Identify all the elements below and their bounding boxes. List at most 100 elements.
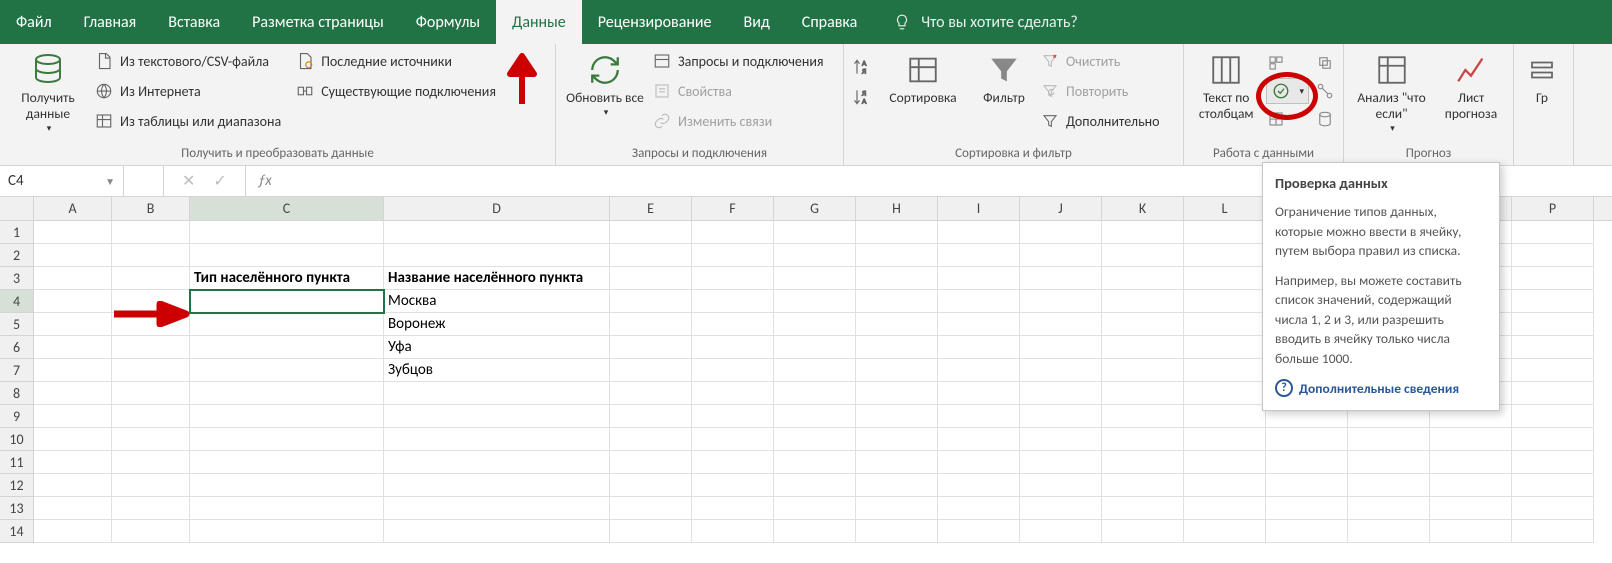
cell-J12[interactable] xyxy=(1020,474,1102,497)
cell-L7[interactable] xyxy=(1184,359,1266,382)
tooltip-more-link[interactable]: ? Дополнительные сведения xyxy=(1275,379,1487,399)
cell-D13[interactable] xyxy=(384,497,610,520)
cell-K8[interactable] xyxy=(1102,382,1184,405)
col-header[interactable]: P xyxy=(1512,197,1594,220)
row-header[interactable]: 5 xyxy=(0,313,34,336)
row-header[interactable]: 12 xyxy=(0,474,34,497)
cell-A7[interactable] xyxy=(34,359,112,382)
menu-formulas[interactable]: Формулы xyxy=(400,0,496,44)
row-header[interactable]: 6 xyxy=(0,336,34,359)
cell-J6[interactable] xyxy=(1020,336,1102,359)
cell-O14[interactable] xyxy=(1430,520,1512,543)
cell-C11[interactable] xyxy=(190,451,384,474)
cell-G11[interactable] xyxy=(774,451,856,474)
name-box[interactable]: C4▼ xyxy=(0,166,124,196)
cell-C4[interactable] xyxy=(190,290,384,313)
cell-J8[interactable] xyxy=(1020,382,1102,405)
row-header[interactable]: 11 xyxy=(0,451,34,474)
cell-K1[interactable] xyxy=(1102,221,1184,244)
cell-O10[interactable] xyxy=(1430,428,1512,451)
cell-K11[interactable] xyxy=(1102,451,1184,474)
cell-F1[interactable] xyxy=(692,221,774,244)
cell-H4[interactable] xyxy=(856,290,938,313)
sort-desc-button[interactable]: ЯА xyxy=(852,84,872,110)
cell-B14[interactable] xyxy=(112,520,190,543)
cell-N13[interactable] xyxy=(1348,497,1430,520)
cell-J13[interactable] xyxy=(1020,497,1102,520)
cell-A3[interactable] xyxy=(34,267,112,290)
menu-review[interactable]: Рецензирование xyxy=(582,0,728,44)
cell-G5[interactable] xyxy=(774,313,856,336)
row-header[interactable]: 13 xyxy=(0,497,34,520)
cell-A10[interactable] xyxy=(34,428,112,451)
cell-F4[interactable] xyxy=(692,290,774,313)
cell-F13[interactable] xyxy=(692,497,774,520)
cell-F11[interactable] xyxy=(692,451,774,474)
cell-G3[interactable] xyxy=(774,267,856,290)
cell-L9[interactable] xyxy=(1184,405,1266,428)
menu-view[interactable]: Вид xyxy=(728,0,786,44)
cell-P14[interactable] xyxy=(1512,520,1594,543)
cell-E8[interactable] xyxy=(610,382,692,405)
cell-C14[interactable] xyxy=(190,520,384,543)
properties-button[interactable]: Свойства xyxy=(652,78,824,104)
cell-L8[interactable] xyxy=(1184,382,1266,405)
cell-O11[interactable] xyxy=(1430,451,1512,474)
cell-O13[interactable] xyxy=(1430,497,1512,520)
sort-button[interactable]: Сортировка xyxy=(878,48,968,106)
cell-E14[interactable] xyxy=(610,520,692,543)
cell-F5[interactable] xyxy=(692,313,774,336)
cell-F14[interactable] xyxy=(692,520,774,543)
cell-J7[interactable] xyxy=(1020,359,1102,382)
col-header[interactable]: L xyxy=(1184,197,1266,220)
cell-G14[interactable] xyxy=(774,520,856,543)
cell-D3[interactable]: Название населённого пункта xyxy=(384,267,610,290)
cell-J9[interactable] xyxy=(1020,405,1102,428)
cell-G13[interactable] xyxy=(774,497,856,520)
row-header[interactable]: 4 xyxy=(0,290,34,313)
cell-K9[interactable] xyxy=(1102,405,1184,428)
cell-C3[interactable]: Тип населённого пункта xyxy=(190,267,384,290)
cell-D10[interactable] xyxy=(384,428,610,451)
cell-K10[interactable] xyxy=(1102,428,1184,451)
cell-C13[interactable] xyxy=(190,497,384,520)
cell-H14[interactable] xyxy=(856,520,938,543)
cell-O12[interactable] xyxy=(1430,474,1512,497)
cell-I11[interactable] xyxy=(938,451,1020,474)
relationships-button[interactable] xyxy=(1315,78,1335,104)
cell-C12[interactable] xyxy=(190,474,384,497)
menu-pagelayout[interactable]: Разметка страницы xyxy=(236,0,400,44)
cell-A11[interactable] xyxy=(34,451,112,474)
col-header[interactable]: J xyxy=(1020,197,1102,220)
cell-B10[interactable] xyxy=(112,428,190,451)
cell-C9[interactable] xyxy=(190,405,384,428)
cell-G4[interactable] xyxy=(774,290,856,313)
cell-H6[interactable] xyxy=(856,336,938,359)
cell-M12[interactable] xyxy=(1266,474,1348,497)
cell-I14[interactable] xyxy=(938,520,1020,543)
cell-P6[interactable] xyxy=(1512,336,1594,359)
cell-C1[interactable] xyxy=(190,221,384,244)
cell-L5[interactable] xyxy=(1184,313,1266,336)
cell-F12[interactable] xyxy=(692,474,774,497)
cell-E3[interactable] xyxy=(610,267,692,290)
cell-K4[interactable] xyxy=(1102,290,1184,313)
cell-B8[interactable] xyxy=(112,382,190,405)
cell-I5[interactable] xyxy=(938,313,1020,336)
row-header[interactable]: 3 xyxy=(0,267,34,290)
cell-H10[interactable] xyxy=(856,428,938,451)
cell-B3[interactable] xyxy=(112,267,190,290)
cell-I7[interactable] xyxy=(938,359,1020,382)
cell-N14[interactable] xyxy=(1348,520,1430,543)
col-header[interactable]: H xyxy=(856,197,938,220)
filter-button[interactable]: Фильтр xyxy=(974,48,1034,106)
cell-K14[interactable] xyxy=(1102,520,1184,543)
cell-E6[interactable] xyxy=(610,336,692,359)
cell-A2[interactable] xyxy=(34,244,112,267)
cell-L12[interactable] xyxy=(1184,474,1266,497)
cell-L6[interactable] xyxy=(1184,336,1266,359)
cell-B2[interactable] xyxy=(112,244,190,267)
col-header[interactable]: E xyxy=(610,197,692,220)
cell-G8[interactable] xyxy=(774,382,856,405)
cell-D7[interactable]: Зубцов xyxy=(384,359,610,382)
